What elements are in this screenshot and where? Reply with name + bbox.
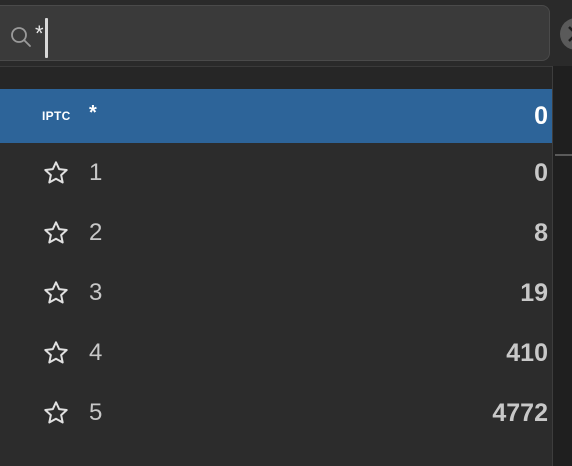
dropdown-header-gap: [0, 67, 552, 89]
star-outline-icon[interactable]: [42, 399, 70, 427]
scrollbar-marker: [555, 154, 572, 156]
item-count: 4772: [492, 398, 548, 427]
star-outline-icon[interactable]: [42, 159, 70, 187]
keyword-filter-popup: IPTC * 0 1 0 2 8: [0, 0, 572, 466]
star-outline-icon[interactable]: [42, 219, 70, 247]
list-item[interactable]: 4 410: [0, 323, 552, 383]
item-count: 19: [520, 278, 548, 307]
scrollbar-track[interactable]: [552, 66, 572, 466]
item-label: 2: [89, 219, 103, 246]
item-count: 8: [534, 218, 548, 247]
search-box[interactable]: [0, 5, 550, 61]
search-bar: [0, 0, 572, 66]
item-label: 4: [89, 339, 103, 366]
search-icon: [11, 27, 31, 47]
results-dropdown: IPTC * 0 1 0 2 8 3 19 4 410 5 4772: [0, 66, 552, 466]
item-count: 410: [506, 338, 548, 367]
list-item[interactable]: 3 19: [0, 263, 552, 323]
item-label: 3: [89, 279, 103, 306]
list-item[interactable]: 5 4772: [0, 383, 552, 443]
close-icon[interactable]: [556, 14, 572, 54]
iptc-tag: IPTC: [42, 89, 71, 143]
list-item[interactable]: 1 0: [0, 143, 552, 203]
item-count: 0: [534, 158, 548, 187]
item-label: *: [89, 102, 97, 124]
text-caret: [45, 18, 48, 58]
iptc-label: IPTC: [42, 109, 71, 123]
item-label: 1: [89, 159, 103, 186]
list-item-selected[interactable]: IPTC * 0: [0, 89, 552, 143]
item-label: 5: [89, 399, 103, 426]
item-count: 0: [534, 101, 548, 130]
list-item[interactable]: 2 8: [0, 203, 552, 263]
search-input[interactable]: [35, 19, 515, 49]
star-outline-icon[interactable]: [42, 279, 70, 307]
star-outline-icon[interactable]: [42, 339, 70, 367]
